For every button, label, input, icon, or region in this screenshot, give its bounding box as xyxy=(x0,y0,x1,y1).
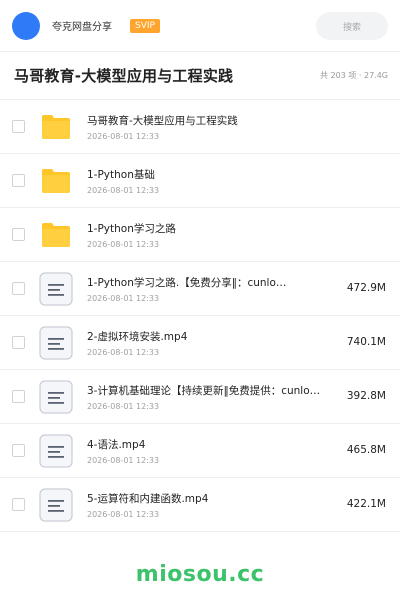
document-icon xyxy=(39,379,73,414)
file-date: 2026-08-01 12:33 xyxy=(87,293,160,303)
file-date: 2026-08-01 12:33 xyxy=(87,347,160,357)
row-text: 马哥教育-大模型应用与工程实践 2026-08-01 12:33 xyxy=(87,113,400,141)
row-checkbox[interactable] xyxy=(12,498,25,511)
file-size: 422.1M xyxy=(346,498,386,510)
avatar[interactable] xyxy=(12,11,40,40)
file-name[interactable]: 5-运算符和内建函数.mp4 xyxy=(87,491,337,506)
file-row[interactable]: 3-计算机基础理论【持续更新‖免费提供：cunlo… 2026-08-01 12:… xyxy=(0,370,400,424)
top-bar: 夸克网盘分享 SVIP 搜索 xyxy=(0,0,400,52)
folder-icon xyxy=(39,110,73,144)
page-title: 马哥教育-大模型应用与工程实践 xyxy=(14,67,234,85)
folder-header: 马哥教育-大模型应用与工程实践 共 203 项 · 27.4G xyxy=(0,52,400,100)
row-checkbox[interactable] xyxy=(12,390,25,403)
row-checkbox[interactable] xyxy=(12,444,25,457)
file-size: 392.8M xyxy=(346,390,386,402)
row-checkbox[interactable] xyxy=(12,228,25,241)
file-date: 2026-08-01 12:33 xyxy=(87,185,160,195)
row-checkbox[interactable] xyxy=(12,120,25,133)
file-date: 2026-08-01 12:33 xyxy=(87,239,160,249)
file-name[interactable]: 1-Python基础 xyxy=(87,167,337,182)
file-size: 472.9M xyxy=(346,282,386,294)
folder-row[interactable]: 马哥教育-大模型应用与工程实践 2026-08-01 12:33 xyxy=(0,100,400,154)
folder-row[interactable]: 1-Python学习之路 2026-08-01 12:33 xyxy=(0,208,400,262)
file-name[interactable]: 1-Python学习之路.【免费分享‖：cunlo… xyxy=(87,275,337,290)
row-checkbox[interactable] xyxy=(12,174,25,187)
row-text: 1-Python学习之路 2026-08-01 12:33 xyxy=(87,221,400,249)
folder-meta: 共 203 项 · 27.4G xyxy=(320,71,388,80)
file-size: 465.8M xyxy=(346,444,386,456)
file-row[interactable]: 4-语法.mp4 2026-08-01 12:33 465.8M xyxy=(0,424,400,478)
file-name[interactable]: 马哥教育-大模型应用与工程实践 xyxy=(87,113,337,128)
file-name[interactable]: 3-计算机基础理论【持续更新‖免费提供：cunlo… xyxy=(87,383,337,398)
file-name[interactable]: 4-语法.mp4 xyxy=(87,437,337,452)
row-text: 1-Python基础 2026-08-01 12:33 xyxy=(87,167,400,195)
folder-row[interactable]: 1-Python基础 2026-08-01 12:33 xyxy=(0,154,400,208)
file-date: 2026-08-01 12:33 xyxy=(87,509,160,519)
file-row[interactable]: 5-运算符和内建函数.mp4 2026-08-01 12:33 422.1M xyxy=(0,478,400,532)
document-icon xyxy=(39,433,73,468)
folder-icon xyxy=(39,218,73,252)
file-name[interactable]: 1-Python学习之路 xyxy=(87,221,337,236)
folder-icon xyxy=(39,164,73,198)
document-icon xyxy=(39,271,73,306)
file-date: 2026-08-01 12:33 xyxy=(87,131,160,141)
row-checkbox[interactable] xyxy=(12,336,25,349)
file-date: 2026-08-01 12:33 xyxy=(87,401,160,411)
row-checkbox[interactable] xyxy=(12,282,25,295)
file-row[interactable]: 2-虚拟环境安装.mp4 2026-08-01 12:33 740.1M xyxy=(0,316,400,370)
svip-badge: SVIP xyxy=(130,18,160,33)
watermark: miosou.cc xyxy=(135,562,265,587)
document-icon xyxy=(39,487,73,522)
file-name[interactable]: 2-虚拟环境安装.mp4 xyxy=(87,329,337,344)
file-size: 740.1M xyxy=(346,336,386,348)
search-input[interactable]: 搜索 xyxy=(316,12,388,40)
file-list: 马哥教育-大模型应用与工程实践 2026-08-01 12:33 1-Python基… xyxy=(0,100,400,532)
document-icon xyxy=(39,325,73,360)
user-name: 夸克网盘分享 xyxy=(52,22,112,33)
file-row[interactable]: 1-Python学习之路.【免费分享‖：cunlo… 2026-08-01 12:… xyxy=(0,262,400,316)
file-date: 2026-08-01 12:33 xyxy=(87,455,160,465)
